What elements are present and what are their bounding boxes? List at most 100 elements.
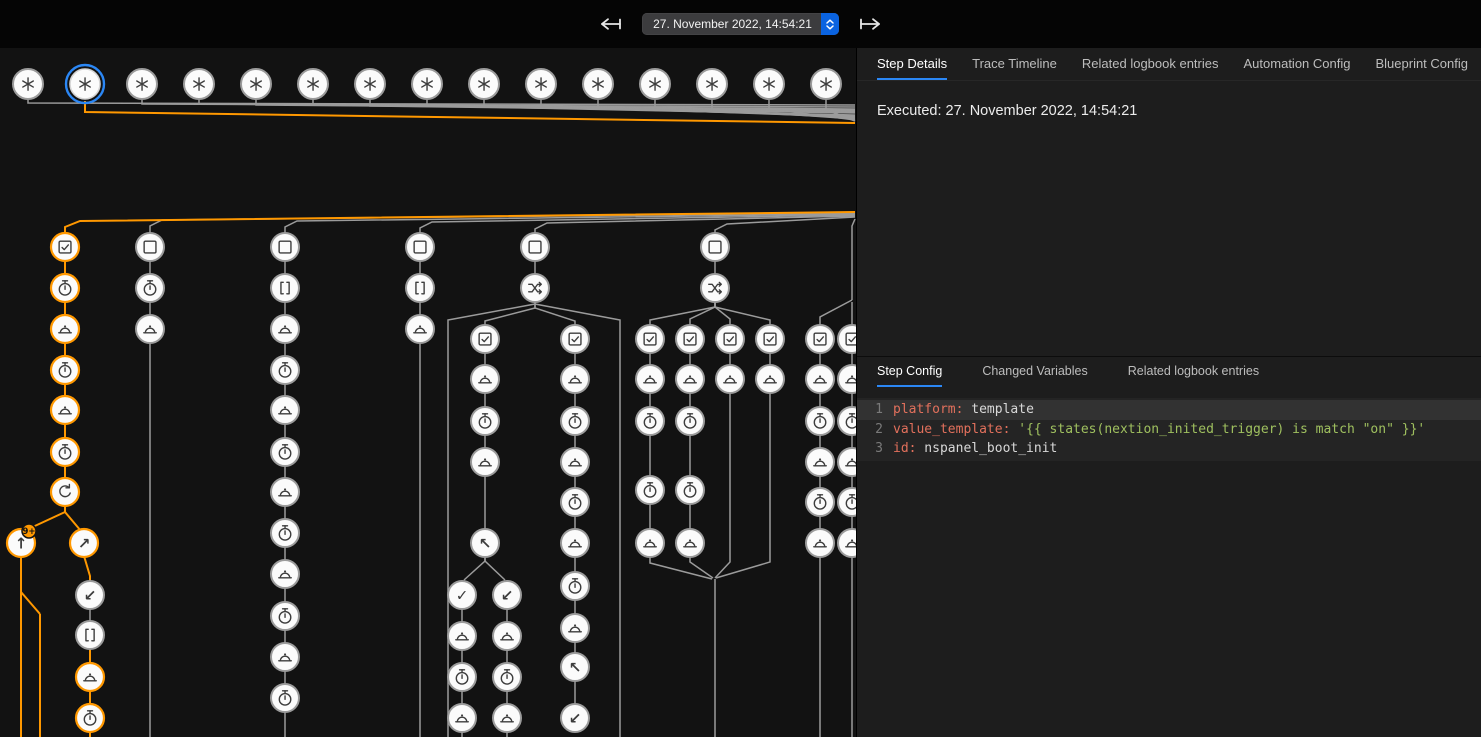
graph-node-checkbox-blank[interactable] <box>701 233 729 261</box>
graph-node-dome[interactable] <box>448 704 476 732</box>
graph-node-dome[interactable] <box>51 315 79 343</box>
graph-node-arrow-bl[interactable]: ↙ <box>493 581 521 609</box>
tab-related-logbook-entries[interactable]: Related logbook entries <box>1128 357 1259 387</box>
graph-node-dome[interactable] <box>838 448 856 476</box>
graph-node-asterisk[interactable] <box>811 69 841 99</box>
graph-node-checkbox-marked[interactable] <box>51 233 79 261</box>
graph-node-timer[interactable] <box>76 704 104 732</box>
graph-node-timer[interactable] <box>271 519 299 547</box>
graph-node-dome[interactable] <box>561 614 589 642</box>
graph-node-checkbox-blank[interactable] <box>406 233 434 261</box>
graph-node-dome[interactable] <box>636 365 664 393</box>
graph-node-dome[interactable] <box>271 315 299 343</box>
graph-node-dome[interactable] <box>806 448 834 476</box>
graph-node-timer[interactable] <box>51 274 79 302</box>
graph-node-shuffle[interactable] <box>701 274 729 302</box>
graph-node-asterisk[interactable] <box>469 69 499 99</box>
graph-node-arrow-bl[interactable]: ↙ <box>561 704 589 732</box>
graph-node-brackets[interactable] <box>406 274 434 302</box>
graph-node-asterisk[interactable] <box>583 69 613 99</box>
graph-node-checkbox-blank[interactable] <box>271 233 299 261</box>
tab-step-config[interactable]: Step Config <box>877 357 942 387</box>
graph-node-dome[interactable] <box>271 396 299 424</box>
graph-node-asterisk[interactable] <box>298 69 328 99</box>
graph-node-checkbox-marked[interactable] <box>716 325 744 353</box>
graph-node-dome[interactable] <box>561 365 589 393</box>
graph-node-timer[interactable] <box>136 274 164 302</box>
graph-node-dome[interactable] <box>676 529 704 557</box>
graph-node-dome[interactable] <box>636 529 664 557</box>
graph-node-timer[interactable] <box>561 407 589 435</box>
graph-node-timer[interactable] <box>51 356 79 384</box>
graph-node-timer[interactable] <box>493 663 521 691</box>
graph-node-dome[interactable] <box>448 622 476 650</box>
graph-node-dome[interactable] <box>493 622 521 650</box>
graph-node-timer[interactable] <box>471 407 499 435</box>
tab-trace-timeline[interactable]: Trace Timeline <box>972 48 1057 80</box>
graph-node-asterisk[interactable] <box>754 69 784 99</box>
graph-node-dome[interactable] <box>676 365 704 393</box>
graph-node-timer[interactable] <box>51 438 79 466</box>
graph-node-dome[interactable] <box>51 396 79 424</box>
graph-node-checkbox-blank[interactable] <box>521 233 549 261</box>
graph-node-dome[interactable] <box>806 529 834 557</box>
tab-automation-config[interactable]: Automation Config <box>1244 48 1351 80</box>
graph-node-timer[interactable] <box>806 407 834 435</box>
graph-node-checkbox-marked[interactable] <box>756 325 784 353</box>
graph-node-asterisk[interactable] <box>13 69 43 99</box>
graph-node-timer[interactable] <box>448 663 476 691</box>
tab-blueprint-config[interactable]: Blueprint Config <box>1375 48 1468 80</box>
graph-node-timer[interactable] <box>271 356 299 384</box>
graph-node-asterisk[interactable] <box>640 69 670 99</box>
graph-node-dome[interactable] <box>838 365 856 393</box>
graph-node-dome[interactable] <box>561 448 589 476</box>
graph-node-checkbox-marked[interactable] <box>676 325 704 353</box>
tab-changed-variables[interactable]: Changed Variables <box>982 357 1087 387</box>
graph-node-dome[interactable] <box>806 365 834 393</box>
graph-node-timer[interactable] <box>561 488 589 516</box>
graph-node-arrow-up[interactable]: ↑9+ <box>7 524 36 557</box>
tab-related-logbook-entries[interactable]: Related logbook entries <box>1082 48 1219 80</box>
next-trace-button[interactable] <box>857 16 883 32</box>
previous-trace-button[interactable] <box>598 16 624 32</box>
graph-node-timer[interactable] <box>806 488 834 516</box>
graph-node-arrow-tr[interactable]: ↗ <box>70 529 98 557</box>
graph-node-asterisk[interactable] <box>241 69 271 99</box>
graph-node-check[interactable]: ✓ <box>448 581 476 609</box>
graph-node-asterisk[interactable] <box>412 69 442 99</box>
graph-node-asterisk[interactable] <box>526 69 556 99</box>
graph-node-arrow-tl[interactable]: ↖ <box>561 653 589 681</box>
graph-node-checkbox-blank[interactable] <box>136 233 164 261</box>
graph-node-brackets[interactable] <box>76 621 104 649</box>
graph-node-timer[interactable] <box>271 684 299 712</box>
graph-node-checkbox-marked[interactable] <box>561 325 589 353</box>
graph-node-timer[interactable] <box>838 488 856 516</box>
graph-node-arrow-bl[interactable]: ↙ <box>76 581 104 609</box>
graph-node-dome[interactable] <box>271 643 299 671</box>
graph-node-dome[interactable] <box>716 365 744 393</box>
graph-node-repeat[interactable] <box>51 478 79 506</box>
graph-node-timer[interactable] <box>636 476 664 504</box>
graph-node-asterisk[interactable] <box>184 69 214 99</box>
graph-node-arrow-tl[interactable]: ↖ <box>471 529 499 557</box>
graph-node-checkbox-marked[interactable] <box>806 325 834 353</box>
graph-node-asterisk[interactable] <box>66 65 104 103</box>
graph-node-dome[interactable] <box>76 663 104 691</box>
graph-node-dome[interactable] <box>471 365 499 393</box>
graph-node-asterisk[interactable] <box>355 69 385 99</box>
graph-node-brackets[interactable] <box>271 274 299 302</box>
graph-node-timer[interactable] <box>676 407 704 435</box>
tab-step-details[interactable]: Step Details <box>877 48 947 80</box>
graph-node-dome[interactable] <box>271 560 299 588</box>
graph-node-timer[interactable] <box>636 407 664 435</box>
graph-node-checkbox-marked[interactable] <box>471 325 499 353</box>
graph-node-timer[interactable] <box>271 438 299 466</box>
graph-node-timer[interactable] <box>271 602 299 630</box>
trace-timestamp-select[interactable]: 27. November 2022, 14:54:21 <box>642 13 839 35</box>
graph-node-asterisk[interactable] <box>697 69 727 99</box>
graph-node-checkbox-marked[interactable] <box>636 325 664 353</box>
graph-node-dome[interactable] <box>561 529 589 557</box>
graph-node-checkbox-marked[interactable] <box>838 325 856 353</box>
graph-node-dome[interactable] <box>493 704 521 732</box>
graph-node-dome[interactable] <box>756 365 784 393</box>
